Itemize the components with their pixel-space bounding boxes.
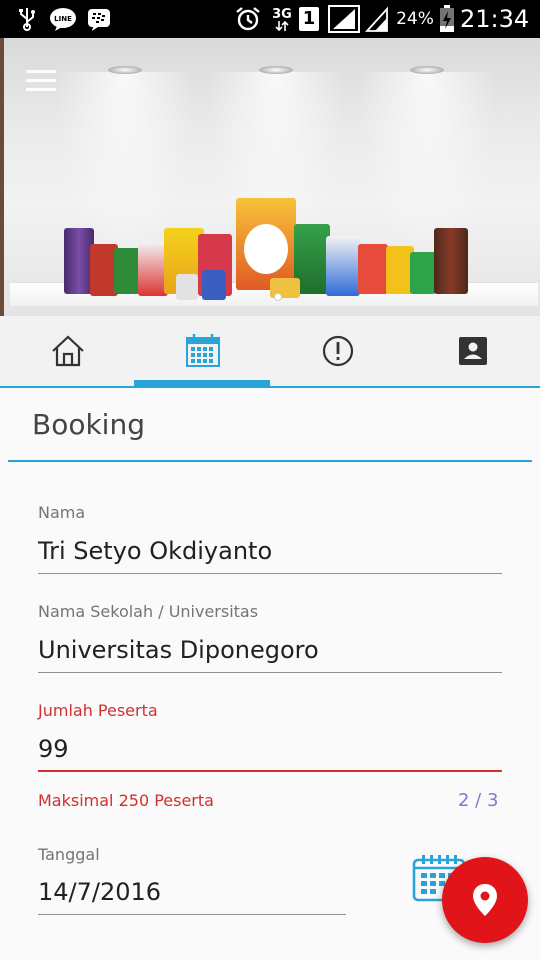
tab-profile[interactable] bbox=[405, 316, 540, 386]
nama-underline bbox=[38, 573, 502, 574]
battery-percent: 24% bbox=[394, 0, 436, 38]
spotlight bbox=[410, 66, 444, 74]
calendar-icon bbox=[185, 334, 220, 367]
network-type: 3G bbox=[268, 0, 296, 38]
sekolah-underline bbox=[38, 672, 502, 673]
battery-label: 24% bbox=[396, 9, 434, 29]
location-fab[interactable] bbox=[442, 857, 528, 943]
spotlight bbox=[108, 66, 142, 74]
sim-indicator: 1 bbox=[298, 0, 320, 38]
page-title: Booking bbox=[32, 408, 145, 441]
status-bar: LINE 3G 1 24% 21:34 bbox=[0, 0, 540, 38]
clock: 21:34 bbox=[460, 0, 536, 38]
sekolah-label: Nama Sekolah / Universitas bbox=[38, 602, 259, 621]
nama-field[interactable]: Tri Setyo Okdiyanto bbox=[38, 537, 272, 565]
tab-home[interactable] bbox=[0, 316, 135, 386]
signal-2-icon bbox=[364, 0, 390, 38]
alert-icon bbox=[322, 335, 353, 367]
bbm-icon bbox=[86, 0, 112, 38]
nama-label: Nama bbox=[38, 503, 86, 522]
hero-banner[interactable] bbox=[0, 38, 540, 316]
contact-icon bbox=[458, 337, 487, 365]
usb-icon bbox=[14, 0, 40, 38]
line-app-icon: LINE bbox=[48, 0, 78, 38]
jumlah-label: Jumlah Peserta bbox=[38, 701, 158, 720]
tanggal-field[interactable]: 14/7/2016 bbox=[38, 878, 161, 906]
battery-icon bbox=[438, 0, 456, 38]
spotlight bbox=[259, 66, 293, 74]
tanggal-label: Tanggal bbox=[38, 845, 100, 864]
jumlah-field[interactable]: 99 bbox=[38, 735, 69, 763]
spotlight-glow bbox=[357, 72, 497, 272]
tab-indicator bbox=[134, 380, 270, 387]
sim-number: 1 bbox=[302, 8, 316, 29]
network-type-label: 3G bbox=[272, 6, 292, 22]
pager-dot[interactable] bbox=[274, 293, 282, 301]
tab-info[interactable] bbox=[270, 316, 405, 386]
hamburger-menu-icon[interactable] bbox=[26, 70, 56, 92]
tanggal-underline bbox=[38, 914, 346, 915]
title-divider bbox=[8, 460, 532, 462]
clock-time: 21:34 bbox=[460, 5, 530, 33]
home-icon bbox=[51, 335, 84, 367]
character-counter: 2 / 3 bbox=[458, 790, 499, 811]
tab-booking[interactable] bbox=[135, 316, 270, 386]
signal-icon bbox=[326, 0, 362, 38]
hero-edge bbox=[0, 38, 4, 316]
alarm-icon bbox=[234, 0, 262, 38]
jumlah-underline bbox=[38, 770, 502, 772]
svg-text:LINE: LINE bbox=[54, 15, 72, 23]
app-screen: LINE 3G 1 24% 21:34 Booking Nama Tri Set… bbox=[0, 0, 540, 960]
sekolah-field[interactable]: Universitas Diponegoro bbox=[38, 636, 319, 664]
jumlah-error-text: Maksimal 250 Peserta bbox=[38, 791, 214, 810]
tab-bar bbox=[0, 316, 540, 388]
map-pin-icon bbox=[473, 884, 497, 916]
